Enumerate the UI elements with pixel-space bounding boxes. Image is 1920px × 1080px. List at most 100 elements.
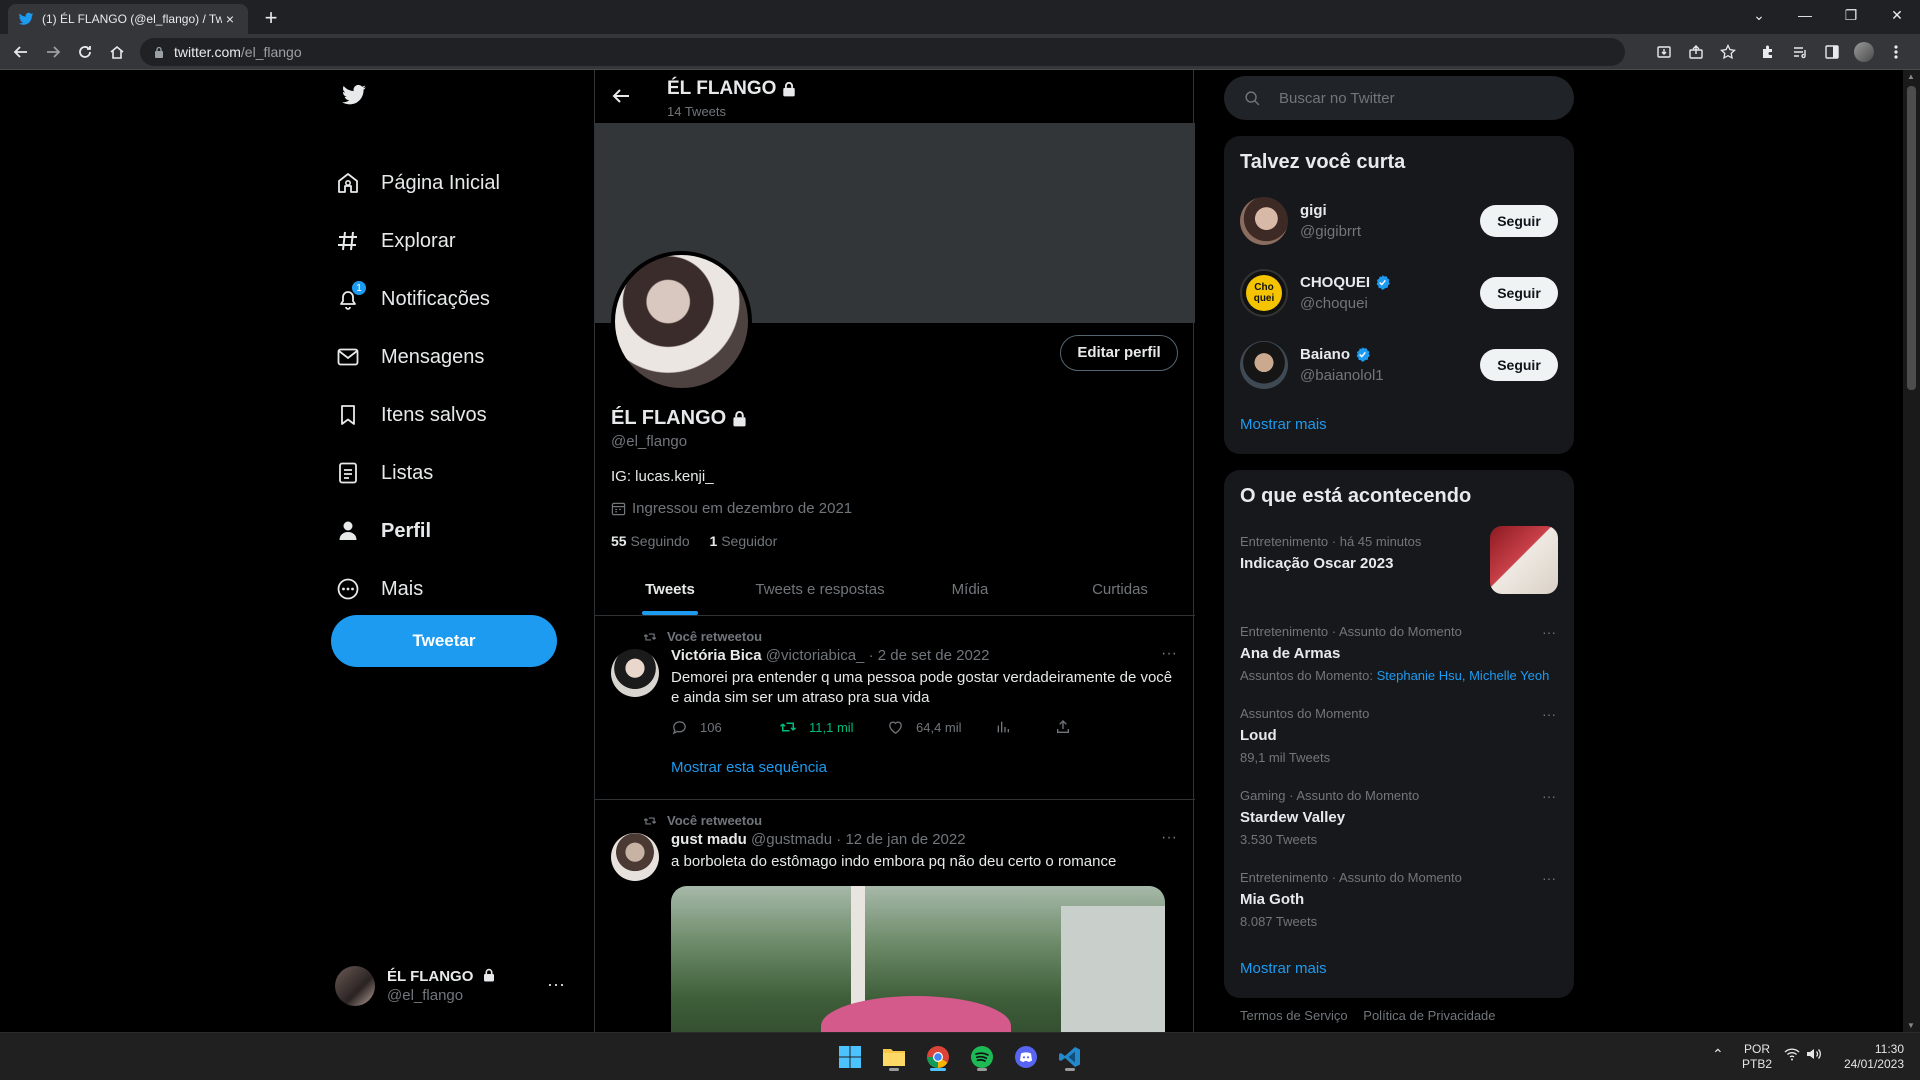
trend-item[interactable]: Gaming · Assunto do Momento Stardew Vall…	[1240, 788, 1558, 847]
trend-item[interactable]: Entretenimento · há 45 minutos Indicação…	[1240, 526, 1558, 594]
profile-avatar[interactable]	[611, 251, 752, 392]
nav-bookmarks[interactable]: Itens salvos	[335, 390, 487, 440]
follow-button[interactable]: Seguir	[1480, 277, 1558, 309]
baiano-avatar[interactable]	[1240, 341, 1288, 389]
nav-profile[interactable]: Perfil	[335, 506, 431, 556]
tweet-button[interactable]: Tweetar	[331, 615, 557, 667]
show-thread-link[interactable]: Mostrar esta sequência	[671, 759, 827, 776]
views-button[interactable]	[995, 718, 1055, 736]
bookmark-star-icon[interactable]	[1716, 40, 1740, 64]
footer-terms-link[interactable]: Termos de Serviço	[1240, 1008, 1348, 1023]
reply-button[interactable]: 106	[671, 718, 779, 736]
tab-tweets-replies[interactable]: Tweets e respostas	[745, 563, 895, 615]
address-bar[interactable]: twitter.com/el_flango	[140, 38, 1625, 66]
who-name[interactable]: Baiano	[1300, 346, 1350, 363]
tab-media[interactable]: Mídia	[895, 563, 1045, 615]
tweet-handle[interactable]: @victoriabica_	[766, 647, 865, 664]
who-name[interactable]: gigi	[1300, 202, 1327, 219]
close-window-icon[interactable]: ✕	[1874, 0, 1920, 30]
tab-search-icon[interactable]: ⌄	[1736, 0, 1782, 30]
tray-overflow-icon[interactable]: ⌃	[1712, 1047, 1724, 1062]
nav-home[interactable]: Página Inicial	[335, 158, 500, 208]
choquei-avatar[interactable]: Cho quei	[1240, 269, 1288, 317]
follow-button[interactable]: Seguir	[1480, 205, 1558, 237]
trend-item[interactable]: Assuntos do Momento Loud 89,1 mil Tweets…	[1240, 706, 1558, 765]
back-arrow-icon[interactable]	[8, 39, 34, 65]
tweet-item[interactable]: Você retweetou Victória Bica @victoriabi…	[595, 617, 1195, 800]
tweet-handle[interactable]: @gustmadu	[751, 831, 832, 848]
windows-start-icon[interactable]	[834, 1041, 866, 1073]
retweet-button[interactable]: 11,1 mil	[779, 718, 887, 736]
tweet-date[interactable]: · 2 de set de 2022	[869, 647, 990, 664]
trend-item[interactable]: Entretenimento · Assunto do Momento Ana …	[1240, 624, 1558, 683]
reload-icon[interactable]	[72, 39, 98, 65]
tweet-more-icon[interactable]: ···	[1161, 829, 1177, 847]
browser-menu-icon[interactable]	[1884, 40, 1908, 64]
home-browser-icon[interactable]	[104, 39, 130, 65]
tab-tweets[interactable]: Tweets	[595, 563, 745, 615]
forward-arrow-icon[interactable]	[40, 39, 66, 65]
side-panel-icon[interactable]	[1820, 40, 1844, 64]
who-to-follow-item[interactable]: gigi @gigibrrt Seguir	[1240, 197, 1558, 247]
chrome-icon[interactable]	[922, 1041, 954, 1073]
trends-show-more-link[interactable]: Mostrar mais	[1240, 960, 1327, 977]
trend-related-links[interactable]: Stephanie Hsu, Michelle Yeoh	[1377, 668, 1550, 683]
tweet-author-avatar[interactable]	[611, 833, 659, 881]
wifi-icon[interactable]	[1784, 1047, 1800, 1065]
edit-profile-button[interactable]: Editar perfil	[1060, 335, 1178, 371]
new-tab-button[interactable]: +	[258, 6, 284, 32]
install-app-icon[interactable]	[1652, 40, 1676, 64]
follow-button[interactable]: Seguir	[1480, 349, 1558, 381]
language-indicator[interactable]: POR PTB2	[1742, 1042, 1772, 1072]
trend-more-icon[interactable]: ···	[1542, 870, 1556, 886]
tweet-media-image[interactable]	[671, 886, 1165, 1032]
account-switcher[interactable]: ÉL FLANGO @el_flango ···	[335, 958, 565, 1014]
spotify-icon[interactable]	[966, 1041, 998, 1073]
tweet-author-avatar[interactable]	[611, 649, 659, 697]
twitter-logo-icon[interactable]	[339, 82, 369, 108]
who-to-follow-item[interactable]: Baiano @baianolol1 Seguir	[1240, 341, 1558, 391]
scroll-down-icon[interactable]: ▼	[1907, 1021, 1915, 1030]
discord-icon[interactable]	[1010, 1041, 1042, 1073]
profile-avatar-icon[interactable]	[1852, 40, 1876, 64]
minimize-icon[interactable]: —	[1782, 0, 1828, 30]
media-control-icon[interactable]	[1788, 40, 1812, 64]
restore-icon[interactable]: ❐	[1828, 0, 1874, 30]
nav-more[interactable]: Mais	[335, 564, 423, 614]
vscode-icon[interactable]	[1054, 1041, 1086, 1073]
trend-more-icon[interactable]: ···	[1542, 788, 1556, 804]
search-input[interactable]: Buscar no Twitter	[1224, 76, 1574, 120]
share-button[interactable]	[1055, 718, 1095, 736]
volume-icon[interactable]	[1806, 1047, 1822, 1065]
nav-notifications[interactable]: 1 Notificações	[335, 274, 490, 324]
trend-item[interactable]: Entretenimento · Assunto do Momento Mia …	[1240, 870, 1558, 929]
following-link[interactable]: 55 Seguindo	[611, 533, 690, 549]
footer-privacy-link[interactable]: Política de Privacidade	[1363, 1008, 1495, 1023]
tab-likes[interactable]: Curtidas	[1045, 563, 1195, 615]
file-explorer-icon[interactable]	[878, 1041, 910, 1073]
nav-messages[interactable]: Mensagens	[335, 332, 484, 382]
nav-explore[interactable]: Explorar	[335, 216, 455, 266]
tweet-author[interactable]: Victória Bica	[671, 647, 762, 664]
trend-more-icon[interactable]: ···	[1542, 624, 1556, 640]
trend-more-icon[interactable]: ···	[1542, 706, 1556, 722]
scroll-up-icon[interactable]: ▲	[1907, 72, 1915, 81]
share-icon[interactable]	[1684, 40, 1708, 64]
back-arrow-icon[interactable]	[611, 86, 631, 106]
tweet-item[interactable]: Você retweetou gust madu @gustmadu · 12 …	[595, 801, 1195, 1032]
gigi-avatar[interactable]	[1240, 197, 1288, 245]
scrollbar-thumb[interactable]	[1907, 86, 1916, 390]
who-name[interactable]: CHOQUEI	[1300, 274, 1370, 291]
tweet-date[interactable]: · 12 de jan de 2022	[836, 831, 965, 848]
who-to-follow-item[interactable]: Cho quei CHOQUEI @choquei Seguir	[1240, 269, 1558, 319]
page-scrollbar[interactable]: ▲ ▼	[1903, 70, 1920, 1032]
close-tab-icon[interactable]: ×	[222, 11, 238, 27]
tweet-author[interactable]: gust madu	[671, 831, 747, 848]
like-button[interactable]: 64,4 mil	[887, 718, 995, 736]
browser-tab[interactable]: (1) ÉL FLANGO (@el_flango) / Twitter ×	[8, 4, 248, 34]
tweet-more-icon[interactable]: ···	[1161, 645, 1177, 663]
extensions-icon[interactable]	[1756, 40, 1780, 64]
account-more-icon[interactable]: ···	[547, 974, 565, 995]
clock[interactable]: 11:30 24/01/2023	[1838, 1042, 1904, 1072]
nav-lists[interactable]: Listas	[335, 448, 433, 498]
